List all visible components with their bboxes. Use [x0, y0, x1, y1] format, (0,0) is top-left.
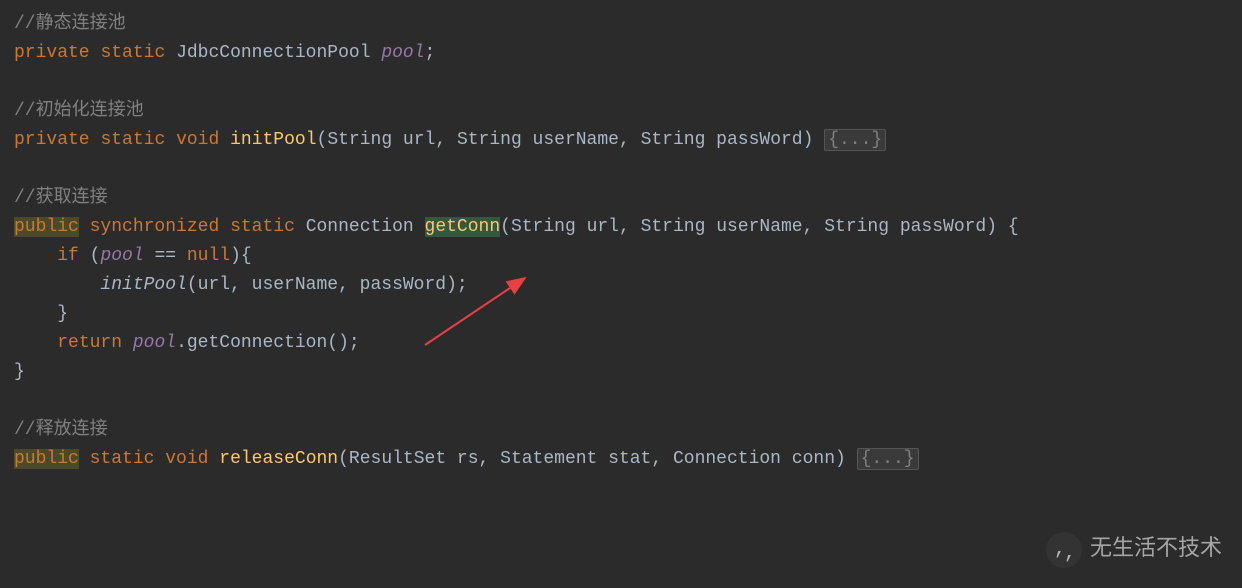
code-line: public static void releaseConn(ResultSet…	[14, 445, 1242, 474]
code-editor[interactable]: //静态连接池 private static JdbcConnectionPoo…	[14, 10, 1242, 474]
code-line: public synchronized static Connection ge…	[14, 213, 1242, 242]
code-comment: //静态连接池	[14, 10, 1242, 39]
code-line: if (pool == null){	[14, 242, 1242, 271]
code-line: private static JdbcConnectionPool pool;	[14, 39, 1242, 68]
blank-line	[14, 155, 1242, 184]
folded-code-icon[interactable]: {...}	[824, 129, 886, 151]
blank-line	[14, 387, 1242, 416]
code-line: return pool.getConnection();	[14, 329, 1242, 358]
blank-line	[14, 68, 1242, 97]
code-comment: //获取连接	[14, 184, 1242, 213]
wechat-icon	[1046, 532, 1082, 568]
code-line: }	[14, 300, 1242, 329]
code-comment: //释放连接	[14, 416, 1242, 445]
watermark: 无生活不技术	[1046, 532, 1222, 568]
code-line: private static void initPool(String url,…	[14, 126, 1242, 155]
code-comment: //初始化连接池	[14, 97, 1242, 126]
code-line: }	[14, 358, 1242, 387]
folded-code-icon[interactable]: {...}	[857, 448, 919, 470]
code-line: initPool(url, userName, passWord);	[14, 271, 1242, 300]
watermark-text: 无生活不技术	[1090, 532, 1222, 567]
